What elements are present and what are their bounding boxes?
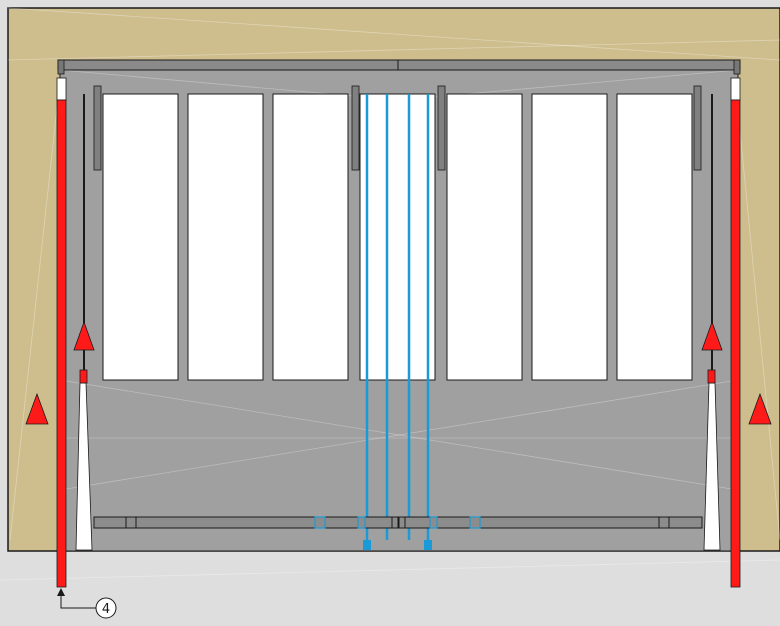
hinge-strip-1	[93, 85, 102, 171]
header-right-end	[733, 59, 741, 75]
right-red-rail	[730, 99, 741, 588]
door-elevation-svg: 4	[0, 0, 780, 622]
callout-number: 4	[102, 602, 110, 617]
blue-rod-foot-left	[363, 540, 371, 550]
header-beam	[57, 59, 741, 71]
blue-rod-foot-right	[424, 540, 432, 550]
left-red-rail	[56, 99, 67, 588]
glass-panel-4	[359, 93, 436, 381]
glass-panel-2	[187, 93, 264, 381]
glass-panel-5	[446, 93, 523, 381]
glass-panel-6	[531, 93, 608, 381]
right-red-block	[707, 369, 716, 384]
garage-door-drawing: 4	[0, 0, 780, 622]
hinge-strip-2	[351, 85, 360, 171]
right-white-cap	[730, 77, 741, 101]
glass-panel-7	[616, 93, 693, 381]
hinge-strip-3	[437, 85, 446, 171]
header-left-end	[57, 59, 65, 75]
glazed-panels	[102, 93, 693, 381]
left-red-block	[79, 369, 88, 384]
hinge-strip-4	[693, 85, 702, 171]
glass-panel-1	[102, 93, 179, 381]
glass-panel-3	[272, 93, 349, 381]
left-white-cap	[56, 77, 67, 101]
